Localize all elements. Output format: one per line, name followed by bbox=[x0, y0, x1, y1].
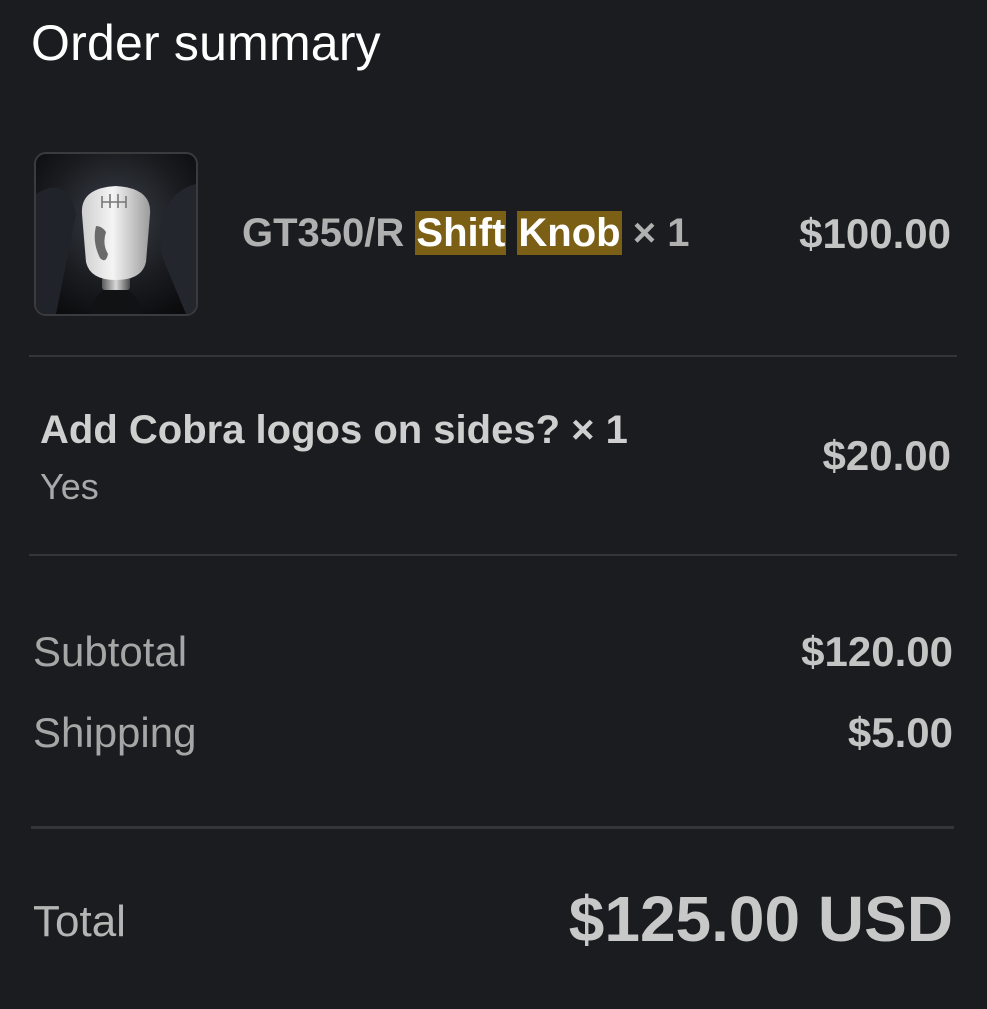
divider-addon bbox=[29, 554, 957, 556]
product-price: $100.00 bbox=[799, 210, 951, 257]
divider-summary bbox=[31, 826, 954, 829]
product-name-prefix: GT350/R bbox=[242, 211, 416, 255]
product-quantity: × 1 bbox=[632, 211, 690, 255]
shift-knob-image bbox=[36, 154, 196, 314]
shipping-label: Shipping bbox=[33, 709, 197, 756]
addon-price: $20.00 bbox=[822, 432, 951, 479]
divider-product bbox=[29, 355, 957, 357]
order-summary-title: Order summary bbox=[31, 15, 381, 71]
total-label: Total bbox=[33, 897, 126, 946]
total-amount: $125.00 USD bbox=[568, 883, 953, 955]
product-line-item: GT350/R Shift Knob × 1 bbox=[242, 205, 689, 261]
addon-title: Add Cobra logos on sides? × 1 bbox=[40, 408, 628, 452]
product-name-space bbox=[506, 211, 517, 255]
product-thumbnail bbox=[34, 152, 198, 316]
addon-value: Yes bbox=[40, 466, 99, 507]
shipping-value: $5.00 bbox=[847, 709, 953, 756]
product-name-highlight-knob: Knob bbox=[517, 211, 622, 255]
product-name-highlight-shift: Shift bbox=[415, 211, 507, 255]
product-name-space-2 bbox=[622, 211, 633, 255]
subtotal-label: Subtotal bbox=[33, 628, 188, 675]
subtotal-value: $120.00 bbox=[801, 628, 953, 675]
